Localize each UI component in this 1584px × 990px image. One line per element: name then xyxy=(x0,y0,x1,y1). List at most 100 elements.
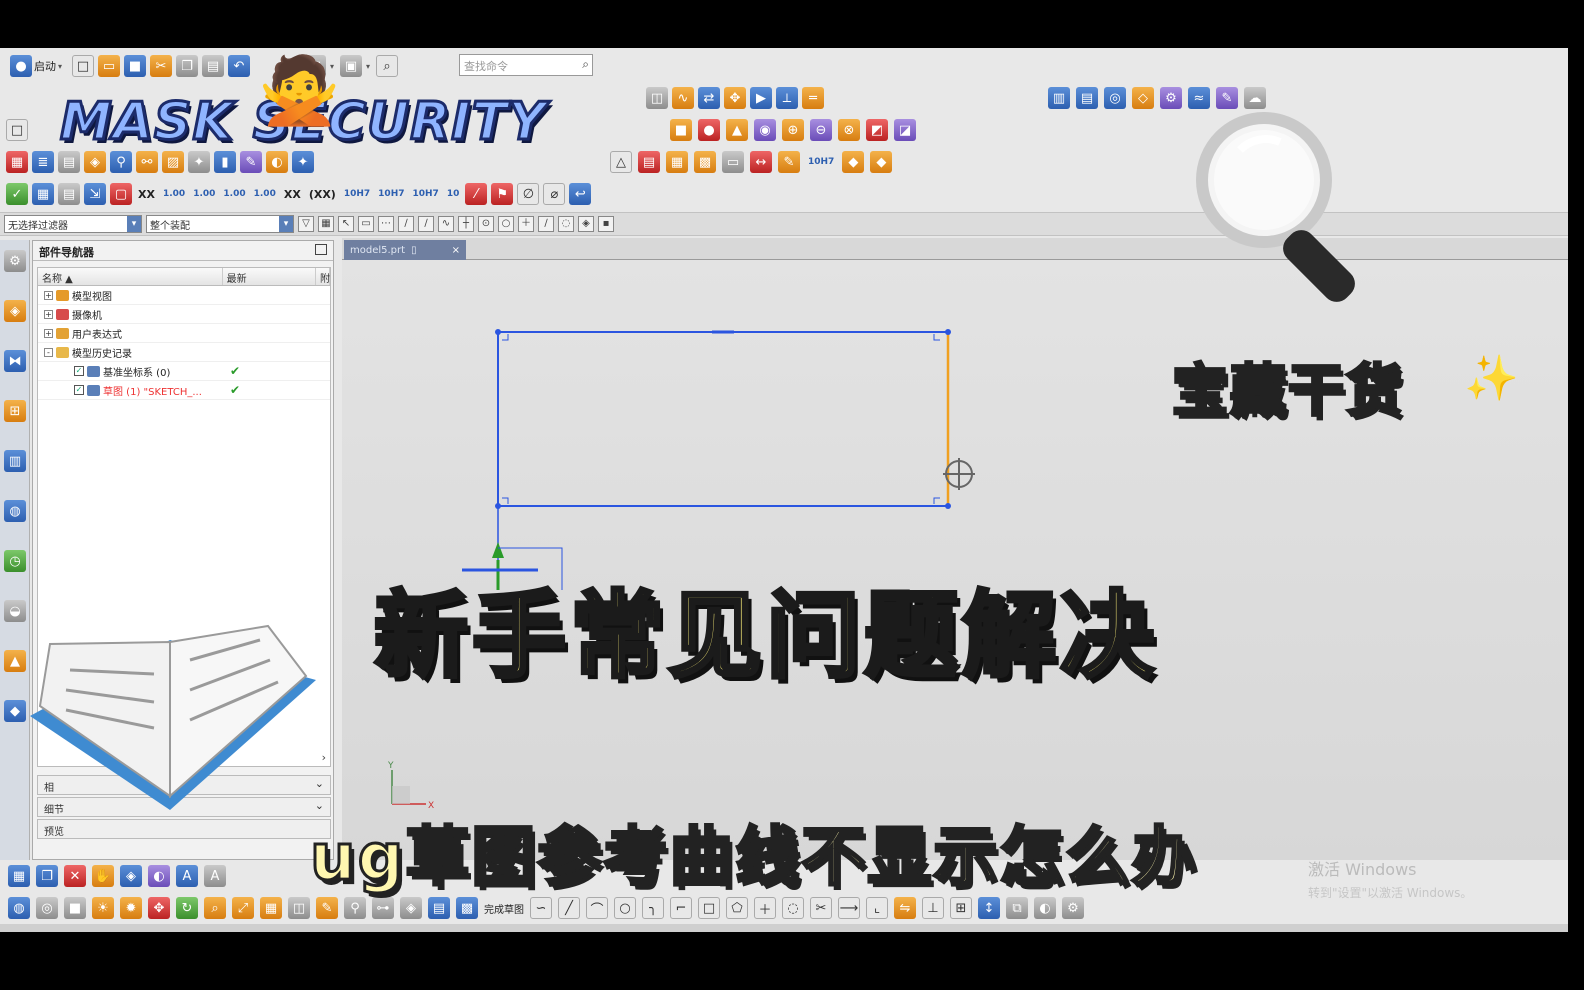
filter-icon[interactable]: ▽ xyxy=(298,216,314,232)
chamfer-sketch-icon[interactable]: ⌐ xyxy=(670,897,692,919)
fit-icon[interactable]: ⤢ xyxy=(232,897,254,919)
intersect-icon[interactable]: ⊗ xyxy=(838,119,860,141)
surface-finish-icon[interactable]: ◆ xyxy=(870,151,893,173)
point-icon[interactable]: ＋ xyxy=(754,897,776,919)
new-file-icon[interactable]: □ xyxy=(72,55,94,77)
rotate-view-icon[interactable]: ↻ xyxy=(176,897,198,919)
roles-icon[interactable]: ◆ xyxy=(4,700,26,722)
unite-icon[interactable]: ⊕ xyxy=(782,119,804,141)
render-style-icon[interactable]: ▥ xyxy=(1048,87,1070,109)
quadrant-icon[interactable]: ○ xyxy=(498,216,514,232)
flag-icon[interactable]: ⚑ xyxy=(491,183,514,205)
close-icon[interactable]: × xyxy=(452,245,460,256)
drawing-icon[interactable]: ▤ xyxy=(638,151,660,173)
dim-label-5[interactable]: XX xyxy=(282,188,303,201)
related-panel[interactable]: 相 ⌄ xyxy=(37,775,331,795)
mirror-icon[interactable]: ⇋ xyxy=(894,897,916,919)
trim-icon[interactable]: ✂ xyxy=(810,897,832,919)
search-icon[interactable]: ⌕ xyxy=(582,57,589,72)
dim-label-0[interactable]: XX xyxy=(136,188,157,201)
delete-icon[interactable]: ✕ xyxy=(64,865,86,887)
visibility-checkbox[interactable]: ✓ xyxy=(74,385,84,395)
control-point-icon[interactable]: ∿ xyxy=(438,216,454,232)
start-button[interactable]: ● 启动 ▾ xyxy=(6,55,68,77)
tree-row[interactable]: ✓ 基准坐标系 (0) ✔ xyxy=(38,362,330,381)
pencil-tool-icon[interactable]: ✎ xyxy=(316,897,338,919)
sketch-tool-icon[interactable]: □ xyxy=(6,119,28,141)
extend-icon[interactable]: ⟶ xyxy=(838,897,860,919)
grid-icon[interactable]: ▤ xyxy=(58,183,80,205)
symbol-icon[interactable]: ▩ xyxy=(694,151,716,173)
reference-icon[interactable]: ⊶ xyxy=(372,897,394,919)
circle-icon[interactable]: ○ xyxy=(614,897,636,919)
finish-sketch-label[interactable]: 完成草图 xyxy=(484,901,524,916)
triangle-icon[interactable]: △ xyxy=(610,151,632,173)
web-browser-icon[interactable]: ◍ xyxy=(4,500,26,522)
dim-label-1[interactable]: 1.00 xyxy=(161,189,187,199)
light-bulb-icon[interactable]: ☀ xyxy=(92,897,114,919)
diameter-icon[interactable]: ∅ xyxy=(517,183,540,205)
endpoint-snap-icon[interactable]: ∕ xyxy=(398,216,414,232)
point-on-curve-icon[interactable]: ＋ xyxy=(518,216,534,232)
snap-grid-icon[interactable]: ⋯ xyxy=(378,216,394,232)
selection-scope-select[interactable]: 整个装配 ▾ xyxy=(146,215,294,233)
system-materials-icon[interactable]: ◒ xyxy=(4,600,26,622)
alternate-solution-icon[interactable]: ◐ xyxy=(1034,897,1056,919)
ruler-icon[interactable]: ═ xyxy=(802,87,824,109)
column-header-latest[interactable]: 最新 xyxy=(223,268,316,285)
database-icon[interactable]: ▤ xyxy=(58,151,80,173)
layout-icon[interactable]: ▦ xyxy=(304,55,326,77)
analysis-icon[interactable]: ≈ xyxy=(1188,87,1210,109)
offset-icon[interactable]: ◌ xyxy=(782,897,804,919)
light-icon[interactable]: ☁ xyxy=(1244,87,1266,109)
dim-label-10[interactable]: 10 xyxy=(445,189,462,199)
measure-icon[interactable]: ⟂ xyxy=(776,87,798,109)
edit-icon[interactable]: ▢ xyxy=(110,183,132,205)
hatch-icon[interactable]: ▦ xyxy=(666,151,688,173)
note-icon[interactable]: ✎ xyxy=(778,151,800,173)
convert-reference-icon[interactable]: ⧉ xyxy=(1006,897,1028,919)
layers-icon[interactable]: ≣ xyxy=(32,151,54,173)
type-filter-select[interactable]: 无选择过滤器 ▾ xyxy=(4,215,142,233)
weld-icon[interactable]: ◆ xyxy=(842,151,865,173)
tree-row[interactable]: + 用户表达式 xyxy=(38,324,330,343)
column-header-extra[interactable]: 附 xyxy=(316,268,330,285)
section-icon[interactable]: ⚙ xyxy=(1160,87,1182,109)
dim-label-3[interactable]: 1.00 xyxy=(221,189,247,199)
display-icon[interactable]: ▣ xyxy=(340,55,362,77)
command-search-input[interactable]: 查找命令 ⌕ xyxy=(459,54,593,76)
part-icon[interactable]: ▦ xyxy=(8,865,30,887)
perspective-icon[interactable]: ◫ xyxy=(288,897,310,919)
return-icon[interactable]: ↩ xyxy=(569,183,592,205)
midpoint-snap-icon[interactable]: ∕ xyxy=(418,216,434,232)
rectangle-select-icon[interactable]: ▭ xyxy=(358,216,374,232)
column-header-name[interactable]: 名称 ▲ xyxy=(38,268,223,285)
tree-row[interactable]: + 摄像机 xyxy=(38,305,330,324)
assembly-icon[interactable]: ▦ xyxy=(6,151,28,173)
cut-icon[interactable]: ✂ xyxy=(150,55,172,77)
object-icon[interactable]: ◈ xyxy=(120,865,142,887)
save-icon[interactable]: ■ xyxy=(124,55,146,77)
document-tab[interactable]: model5.prt ▯ × xyxy=(344,240,466,260)
restore-icon[interactable]: ▯ xyxy=(411,245,417,256)
finish-sketch-icon[interactable]: ▩ xyxy=(456,897,478,919)
dimension-icon[interactable]: ↔ xyxy=(750,151,772,173)
arc-icon[interactable]: ⌒ xyxy=(586,897,608,919)
auto-dimension-icon[interactable]: ⊞ xyxy=(950,897,972,919)
intersection-icon[interactable]: ┼ xyxy=(458,216,474,232)
open-folder-icon[interactable]: ▭ xyxy=(98,55,120,77)
cylinder-icon[interactable]: ● xyxy=(698,119,720,141)
box-icon[interactable]: ■ xyxy=(64,897,86,919)
sphere-icon[interactable]: ◉ xyxy=(754,119,776,141)
history-icon[interactable]: ◷ xyxy=(4,550,26,572)
tree-row[interactable]: + 模型视图 xyxy=(38,286,330,305)
tag-icon[interactable]: ◐ xyxy=(266,151,288,173)
copy-part-icon[interactable]: ❐ xyxy=(36,865,58,887)
curve-icon[interactable]: ∿ xyxy=(672,87,694,109)
cone-icon[interactable]: ▲ xyxy=(726,119,748,141)
paint-icon[interactable]: ✎ xyxy=(1216,87,1238,109)
slash-icon[interactable]: ⁄ xyxy=(465,183,488,205)
chamfer-icon[interactable]: ◩ xyxy=(866,119,888,141)
subtract-icon[interactable]: ⊖ xyxy=(810,119,832,141)
zoom-window-icon[interactable]: ◎ xyxy=(1104,87,1126,109)
